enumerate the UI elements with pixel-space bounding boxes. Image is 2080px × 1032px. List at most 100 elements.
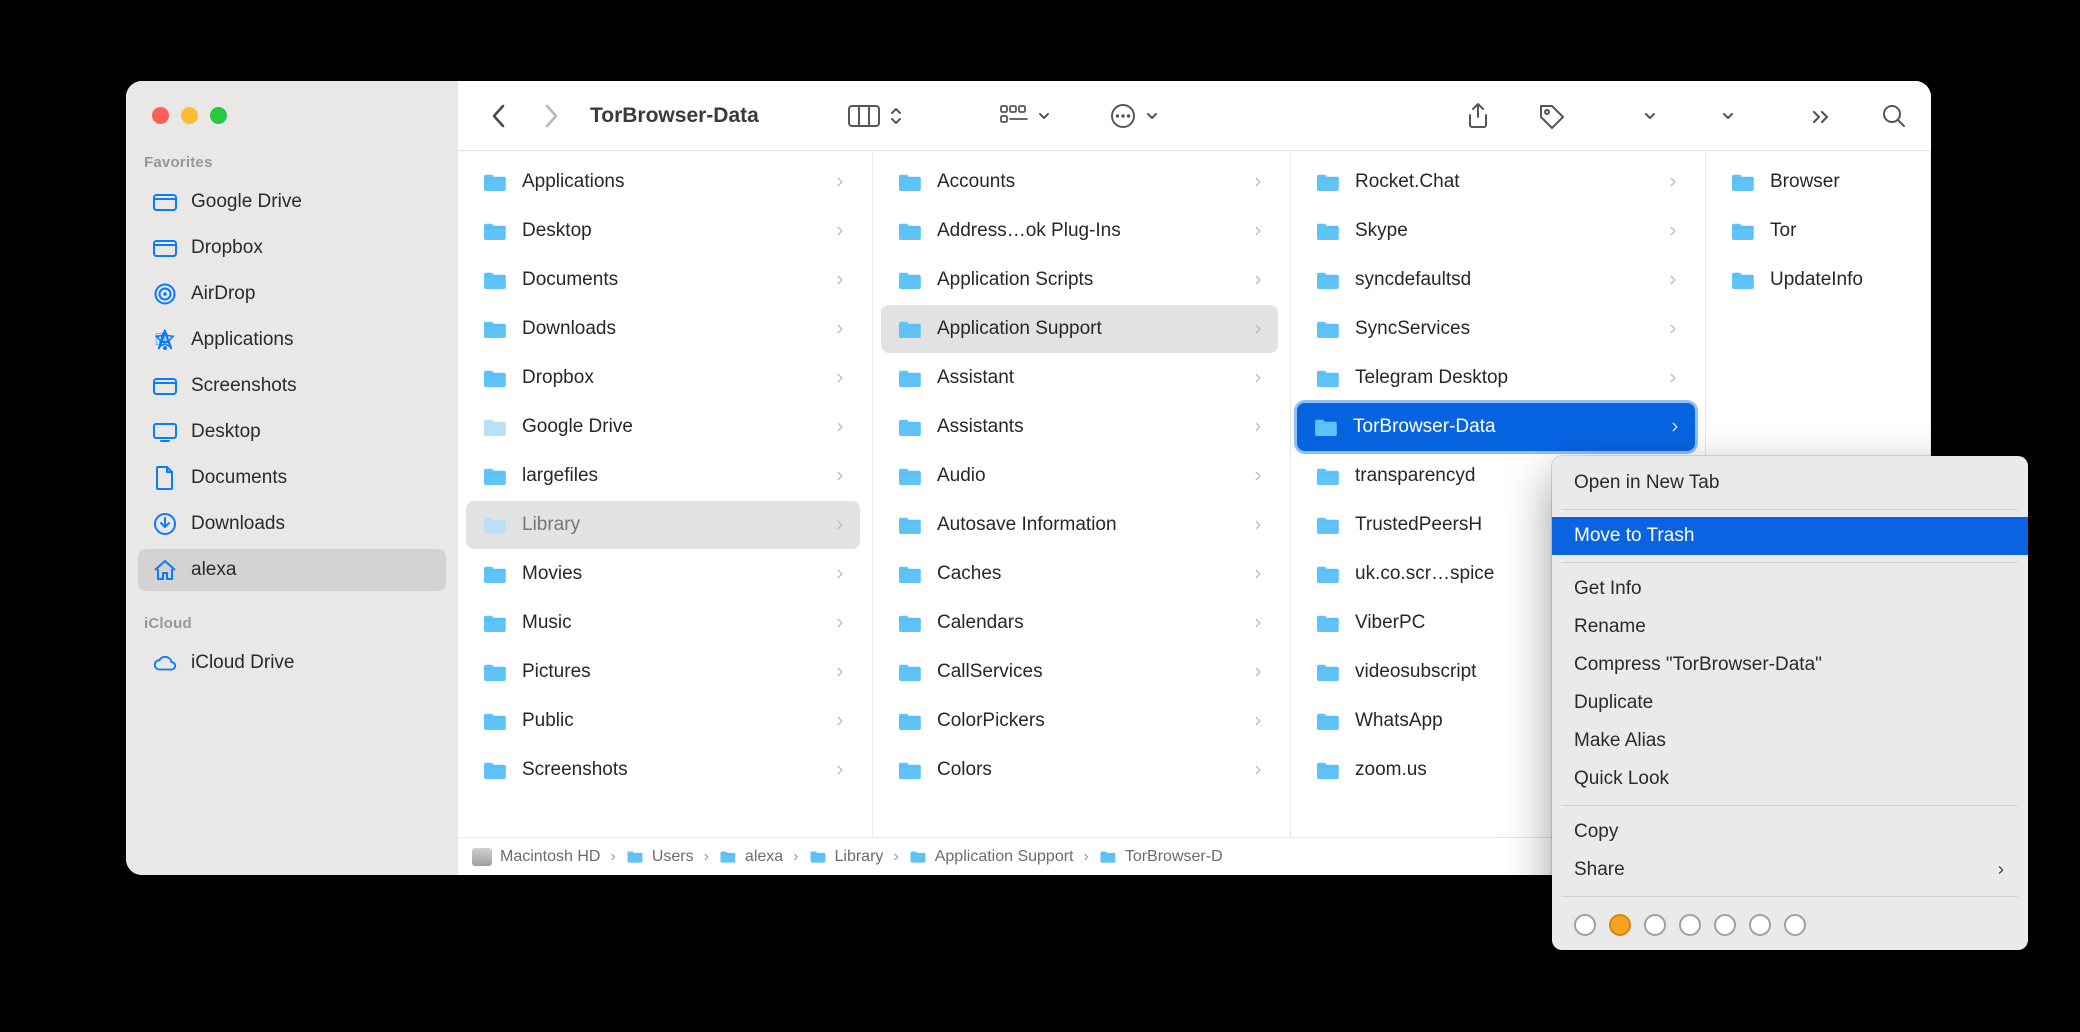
list-item[interactable]: Google Drive [466,403,860,451]
tag-dot[interactable] [1714,914,1736,936]
sidebar-item-google-drive[interactable]: Google Drive [138,181,446,223]
list-item[interactable]: Caches [881,550,1278,598]
list-item[interactable]: syncdefaultsd [1299,256,1693,304]
menu-item[interactable]: Copy [1552,813,2028,851]
list-item[interactable]: Rocket.Chat [1299,158,1693,206]
applications-icon [152,327,178,353]
list-item[interactable]: Pictures [466,648,860,696]
column-2[interactable]: AccountsAddress…ok Plug-InsApplication S… [873,151,1291,837]
folder-icon [482,171,508,193]
list-item[interactable]: Calendars [881,599,1278,647]
list-item[interactable]: Autosave Information [881,501,1278,549]
sidebar-item-home[interactable]: alexa [138,549,446,591]
list-item[interactable]: Assistants [881,403,1278,451]
menu-item[interactable]: Share [1552,851,2028,889]
path-segment[interactable]: alexa [719,848,783,866]
menu-item[interactable]: Get Info [1552,570,2028,608]
item-label: Telegram Desktop [1355,367,1508,389]
tag-dot[interactable] [1784,914,1806,936]
folder-icon [897,269,923,291]
search-button[interactable] [1881,97,1907,135]
overflow-button[interactable] [1811,97,1831,135]
menu-item[interactable]: Move to Trash [1552,517,2028,555]
sidebar-item-documents[interactable]: Documents [138,457,446,499]
menu-item[interactable]: Quick Look [1552,760,2028,798]
group-button[interactable] [999,97,1051,135]
path-segment[interactable]: TorBrowser-D [1099,848,1223,866]
list-item[interactable]: Screenshots [466,746,860,794]
home-icon [152,557,178,583]
action-menu-button[interactable] [1109,97,1159,135]
list-item[interactable]: Audio [881,452,1278,500]
list-item[interactable]: UpdateInfo [1714,256,1918,304]
forward-button[interactable] [534,97,568,135]
path-segment[interactable]: Application Support [909,848,1074,866]
list-item[interactable]: Music [466,599,860,647]
sidebar-item-icloud-drive[interactable]: iCloud Drive [138,642,446,684]
zoom-button[interactable] [210,107,227,124]
path-segment[interactable]: Users [626,848,694,866]
dropdown-button-1[interactable] [1643,97,1657,135]
chevron-right-icon [835,516,846,534]
tag-dot[interactable] [1644,914,1666,936]
item-label: UpdateInfo [1770,269,1863,291]
list-item[interactable]: TorBrowser-Data [1297,403,1695,451]
list-item[interactable]: Accounts [881,158,1278,206]
path-segment[interactable]: Library [809,848,884,866]
tag-dot[interactable] [1574,914,1596,936]
list-item[interactable]: Telegram Desktop [1299,354,1693,402]
airdrop-icon [152,281,178,307]
item-label: transparencyd [1355,465,1475,487]
chevron-right-icon [835,320,846,338]
list-item[interactable]: Application Support [881,305,1278,353]
menu-item[interactable]: Compress "TorBrowser-Data" [1552,646,2028,684]
list-item[interactable]: Address…ok Plug-Ins [881,207,1278,255]
list-item[interactable]: Applications [466,158,860,206]
list-item[interactable]: SyncServices [1299,305,1693,353]
chevron-right-icon [1668,173,1679,191]
tag-dot[interactable] [1749,914,1771,936]
minimize-button[interactable] [181,107,198,124]
list-item[interactable]: Tor [1714,207,1918,255]
chevron-right-icon [1668,222,1679,240]
menu-item[interactable]: Open in New Tab [1552,464,2028,502]
chevron-right-icon [835,418,846,436]
close-button[interactable] [152,107,169,124]
list-item[interactable]: CallServices [881,648,1278,696]
column-1[interactable]: ApplicationsDesktopDocumentsDownloadsDro… [458,151,873,837]
folder-icon [1315,563,1341,585]
back-button[interactable] [482,97,516,135]
sidebar-item-label: Desktop [191,421,261,443]
list-item[interactable]: Public [466,697,860,745]
list-item[interactable]: Skype [1299,207,1693,255]
list-item[interactable]: Assistant [881,354,1278,402]
list-item[interactable]: Dropbox [466,354,860,402]
tag-dot[interactable] [1679,914,1701,936]
list-item[interactable]: Library [466,501,860,549]
sidebar-item-desktop[interactable]: Desktop [138,411,446,453]
tag-dot[interactable] [1609,914,1631,936]
chevron-right-icon [1253,516,1264,534]
list-item[interactable]: largefiles [466,452,860,500]
list-item[interactable]: Movies [466,550,860,598]
share-button[interactable] [1465,97,1491,135]
list-item[interactable]: Desktop [466,207,860,255]
list-item[interactable]: Downloads [466,305,860,353]
sidebar-item-dropbox[interactable]: Dropbox [138,227,446,269]
sidebar-item-screenshots[interactable]: Screenshots [138,365,446,407]
list-item[interactable]: Colors [881,746,1278,794]
menu-item[interactable]: Duplicate [1552,684,2028,722]
list-item[interactable]: ColorPickers [881,697,1278,745]
menu-item[interactable]: Rename [1552,608,2028,646]
path-segment[interactable]: Macintosh HD [472,848,600,866]
tags-button[interactable] [1537,97,1567,135]
list-item[interactable]: Application Scripts [881,256,1278,304]
sidebar-item-airdrop[interactable]: AirDrop [138,273,446,315]
list-item[interactable]: Documents [466,256,860,304]
sidebar-item-applications[interactable]: ⍰ Applications [138,319,446,361]
sidebar-item-downloads[interactable]: Downloads [138,503,446,545]
list-item[interactable]: Browser [1714,158,1918,206]
view-columns-button[interactable] [847,97,903,135]
dropdown-button-2[interactable] [1721,97,1735,135]
menu-item[interactable]: Make Alias [1552,722,2028,760]
